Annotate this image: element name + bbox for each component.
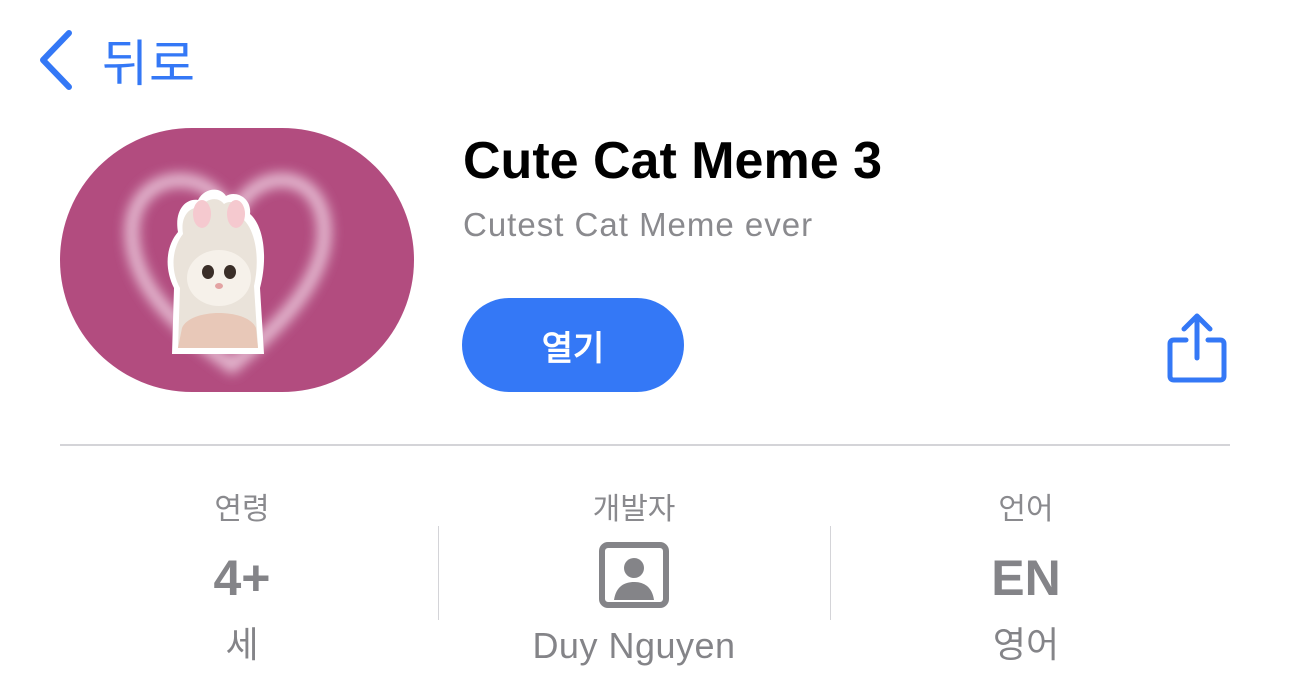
back-label: 뒤로 [102, 35, 196, 93]
language-value: EN [991, 550, 1061, 606]
share-icon [1167, 313, 1227, 383]
info-row: 연령 4+ 세 개발자 Duy Nguyen 언어 EN 영어 [46, 470, 1246, 690]
language-name: 영어 [992, 625, 1060, 666]
developer-name[interactable]: Duy Nguyen [438, 622, 830, 670]
developer-heading: 개발자 [592, 492, 676, 527]
app-title: Cute Cat Meme 3 [463, 132, 882, 190]
chevron-left-icon [40, 30, 72, 90]
info-age: 연령 4+ 세 [46, 470, 438, 690]
app-subtitle: Cutest Cat Meme ever [463, 206, 814, 243]
app-icon [60, 128, 414, 392]
info-developer[interactable]: 개발자 Duy Nguyen [438, 470, 830, 690]
info-language: 언어 EN 영어 [830, 470, 1222, 690]
share-button[interactable] [1166, 312, 1228, 384]
person-square-icon [599, 542, 669, 608]
age-heading: 연령 [214, 492, 270, 527]
language-heading: 언어 [998, 492, 1054, 527]
back-button[interactable]: 뒤로 [38, 28, 196, 93]
age-value: 4+ [213, 550, 271, 606]
age-unit: 세 [225, 625, 259, 666]
cat-sticker [167, 189, 265, 354]
section-divider [60, 444, 1230, 446]
open-button[interactable]: 열기 [462, 298, 684, 392]
